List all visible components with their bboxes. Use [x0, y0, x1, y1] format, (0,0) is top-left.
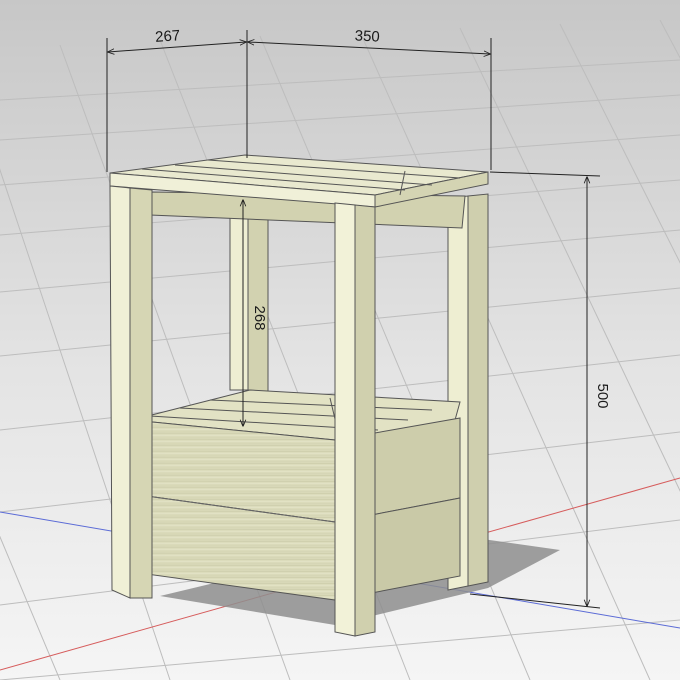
dim-label-total-height: 500	[594, 383, 611, 408]
front-right-leg	[334, 202, 376, 637]
dim-label-depth: 267	[155, 27, 181, 46]
lower-box-front	[131, 419, 336, 601]
dim-label-width: 350	[354, 27, 380, 45]
back-left-leg	[229, 197, 269, 393]
dim-label-shelf-height: 268	[251, 305, 268, 330]
cad-viewport[interactable]: 267 350 268 500	[0, 0, 680, 680]
model-view: 267 350 268 500	[0, 0, 680, 680]
front-left-leg	[109, 185, 153, 599]
